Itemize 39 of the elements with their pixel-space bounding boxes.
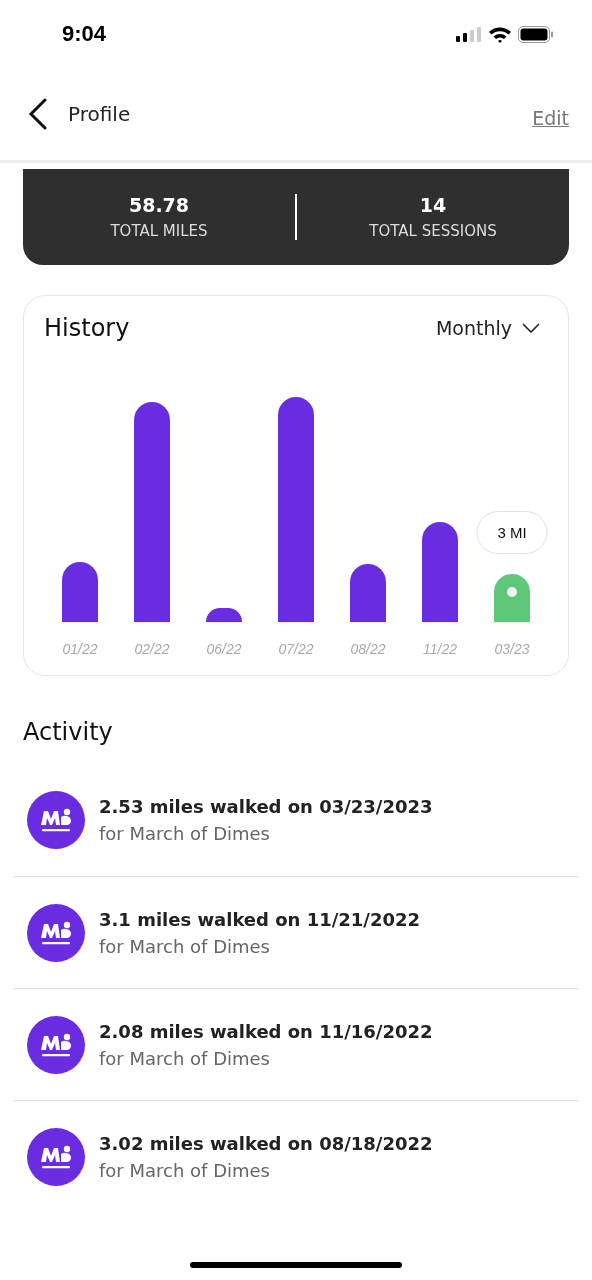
stat-value: 14 bbox=[419, 194, 447, 216]
chevron-down-icon bbox=[522, 323, 540, 333]
signal-icon bbox=[456, 26, 482, 42]
logo-icon bbox=[27, 903, 85, 962]
chart-bar[interactable] bbox=[422, 522, 458, 622]
activity-title-text: 2.53 miles walked on 03/23/2023 bbox=[99, 796, 433, 817]
axis-label: 11/22 bbox=[423, 641, 457, 657]
axis-label: 08/22 bbox=[350, 641, 386, 657]
value-tooltip: 3 MI bbox=[476, 511, 548, 554]
activity-title-text: 3.02 miles walked on 08/18/2022 bbox=[99, 1132, 433, 1154]
history-title: History bbox=[44, 314, 130, 342]
activity-subtitle: for March of Dimes bbox=[99, 935, 271, 957]
axis-label: 03/23 bbox=[494, 641, 530, 657]
back-button[interactable]: Profile bbox=[28, 98, 131, 130]
activity-subtitle: for March of Dimes bbox=[99, 823, 271, 844]
stat-value: 58.78 bbox=[128, 194, 190, 216]
activity-title-text: 3.1 miles walked on 11/21/2022 bbox=[99, 908, 421, 930]
axis-label: 07/22 bbox=[278, 641, 314, 657]
stat-label: TOTAL MILES bbox=[110, 222, 208, 240]
activity-subtitle: for March of Dimes bbox=[99, 1159, 271, 1181]
activity-subtitle: for March of Dimes bbox=[99, 1047, 271, 1069]
axis-label: 01/22 bbox=[62, 641, 98, 657]
activity-title-text: 2.08 miles walked on 11/16/2022 bbox=[99, 1020, 433, 1042]
axis-label: 02/22 bbox=[134, 641, 170, 657]
activity-title: Activity bbox=[23, 718, 114, 746]
period-dropdown[interactable]: Monthly bbox=[435, 317, 548, 339]
axis-label: 06/22 bbox=[206, 641, 242, 657]
wifi-icon bbox=[488, 25, 512, 43]
status-time: 9:04 bbox=[62, 21, 107, 47]
stat-label: TOTAL SESSIONS bbox=[369, 222, 497, 240]
logo-icon bbox=[27, 1127, 85, 1186]
chart-bar[interactable] bbox=[206, 608, 242, 622]
chart-bar[interactable] bbox=[350, 564, 386, 622]
logo-icon bbox=[27, 791, 85, 849]
logo-icon bbox=[27, 1015, 85, 1074]
battery-icon bbox=[518, 25, 554, 43]
back-icon bbox=[28, 98, 48, 130]
chart-bar[interactable] bbox=[62, 562, 98, 622]
edit-link[interactable]: Edit bbox=[532, 107, 569, 129]
